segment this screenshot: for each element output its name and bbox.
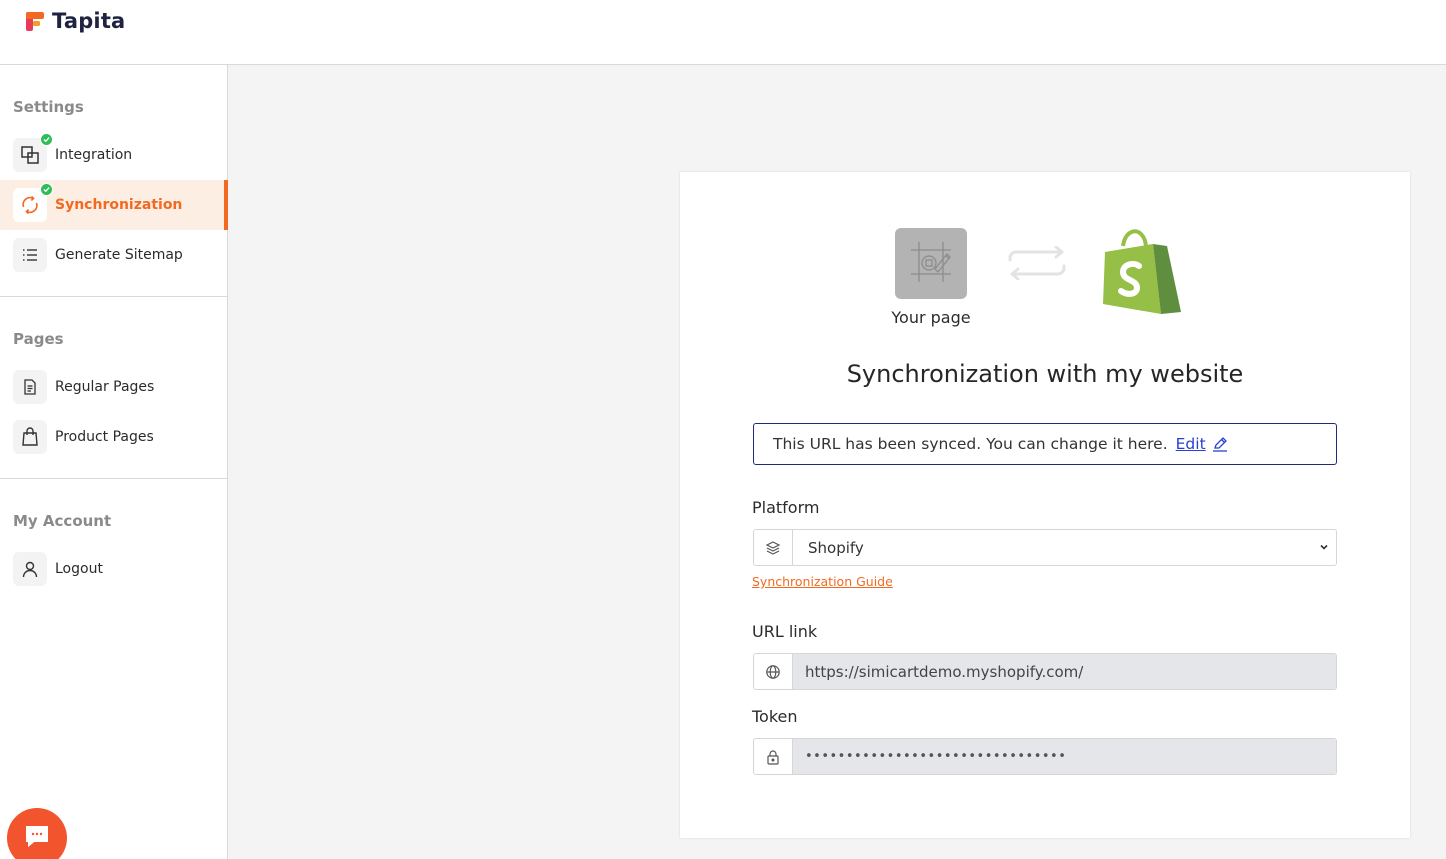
document-icon xyxy=(13,370,47,404)
synchronization-card: Your page Synchronization with my websit… xyxy=(680,172,1410,838)
top-bar: Tapita xyxy=(0,0,1446,65)
chat-icon xyxy=(23,823,51,853)
check-badge-icon xyxy=(40,183,53,196)
chevron-down-icon xyxy=(1318,539,1330,557)
sidebar-item-label: Logout xyxy=(55,561,103,577)
shopping-bag-icon xyxy=(13,420,47,454)
sidebar-item-label: Regular Pages xyxy=(55,379,155,395)
layers-icon xyxy=(754,530,793,565)
sync-icon xyxy=(13,183,53,222)
sidebar-item-product-pages[interactable]: Product Pages xyxy=(0,412,227,462)
section-title-pages: Pages xyxy=(13,330,64,348)
token-field: •••••••••••••••••••••••••••••••• xyxy=(753,738,1337,775)
notice-text: This URL has been synced. You can change… xyxy=(773,435,1168,453)
url-link-label: URL link xyxy=(752,622,818,641)
pencil-icon[interactable] xyxy=(1212,436,1228,452)
sidebar-item-integration[interactable]: Integration xyxy=(0,130,227,180)
url-link-value: https://simicartdemo.myshopify.com/ xyxy=(793,654,1336,689)
synchronization-guide-link[interactable]: Synchronization Guide xyxy=(752,574,893,589)
sidebar-item-label: Synchronization xyxy=(55,197,183,213)
section-title-settings: Settings xyxy=(13,98,84,116)
sidebar: Settings Integration Synchronization Gen… xyxy=(0,65,228,859)
token-value: •••••••••••••••••••••••••••••••• xyxy=(793,739,1336,774)
platform-selected-label: Shopify xyxy=(808,538,864,557)
platform-select-value[interactable]: Shopify xyxy=(793,530,1336,565)
lock-icon xyxy=(754,739,793,774)
edit-link[interactable]: Edit xyxy=(1176,435,1206,453)
sidebar-item-logout[interactable]: Logout xyxy=(0,544,227,594)
your-page-label: Your page xyxy=(891,308,971,327)
platform-select[interactable]: Shopify xyxy=(753,529,1337,566)
chat-button[interactable] xyxy=(7,808,67,859)
sidebar-item-synchronization[interactable]: Synchronization xyxy=(0,180,228,230)
sidebar-item-label: Generate Sitemap xyxy=(55,247,183,263)
tapita-logo-icon xyxy=(24,9,46,33)
card-title: Synchronization with my website xyxy=(846,360,1244,388)
user-icon xyxy=(13,552,47,586)
integration-icon xyxy=(13,133,53,172)
sidebar-item-regular-pages[interactable]: Regular Pages xyxy=(0,362,227,412)
sidebar-divider xyxy=(0,296,227,297)
section-title-my-account: My Account xyxy=(13,512,112,530)
platform-label: Platform xyxy=(752,498,820,517)
your-page-image-placeholder xyxy=(895,228,967,299)
synced-url-notice: This URL has been synced. You can change… xyxy=(753,423,1337,465)
sidebar-item-label: Product Pages xyxy=(55,429,154,445)
sidebar-item-generate-sitemap[interactable]: Generate Sitemap xyxy=(0,230,227,280)
brand-name: Tapita xyxy=(52,9,126,33)
brand-logo[interactable]: Tapita xyxy=(24,9,125,33)
sidebar-divider xyxy=(0,478,227,479)
globe-icon xyxy=(754,654,793,689)
sidebar-item-label: Integration xyxy=(55,147,133,163)
token-label: Token xyxy=(752,707,798,726)
image-placeholder-icon xyxy=(905,236,957,292)
shopify-logo-icon xyxy=(1101,226,1183,320)
list-icon xyxy=(13,238,47,272)
url-link-field: https://simicartdemo.myshopify.com/ xyxy=(753,653,1337,690)
sync-arrows-icon xyxy=(1006,245,1068,284)
check-badge-icon xyxy=(40,133,53,146)
